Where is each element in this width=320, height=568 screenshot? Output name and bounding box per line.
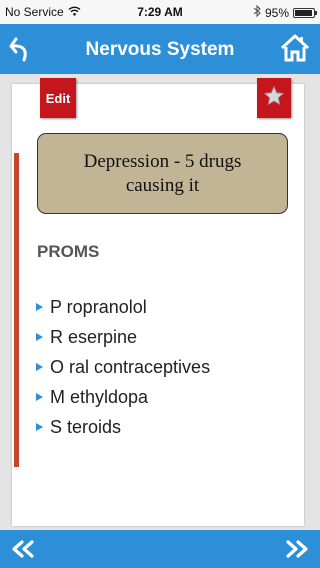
nav-bar: Nervous System [0, 24, 320, 74]
bullet-arrow-icon [36, 303, 43, 311]
battery-fill [295, 9, 313, 16]
flashcard: Edit Depression - 5 drugs causing it PRO… [12, 78, 304, 526]
list-item: O ral contraceptives [36, 352, 210, 382]
battery-icon [293, 7, 317, 18]
page-title: Nervous System [85, 39, 235, 60]
list-item: M ethyldopa [36, 382, 210, 412]
bullet-arrow-icon [36, 423, 43, 431]
double-chevron-right-icon[interactable] [284, 539, 310, 559]
status-right: 95% [253, 4, 317, 20]
status-bar: No Service 7:29 AM 95% [0, 0, 320, 24]
battery-percent: 95% [264, 5, 289, 20]
star-icon [263, 85, 285, 112]
bottom-bar [0, 530, 320, 568]
list-item-text: R eserpine [50, 326, 138, 347]
answer-list: P ropranolol R eserpine O ral contracept… [36, 292, 210, 442]
edit-button[interactable]: Edit [40, 78, 76, 118]
question-text: Depression - 5 drugs causing it [83, 150, 242, 196]
list-item-text: M ethyldopa [50, 386, 149, 407]
list-item-text: O ral contraceptives [50, 356, 211, 377]
bluetooth-icon [253, 4, 261, 20]
home-icon[interactable] [280, 33, 310, 63]
list-item: P ropranolol [36, 292, 210, 322]
mnemonic-heading: PROMS [37, 242, 100, 261]
bullet-arrow-icon [36, 393, 43, 401]
list-item-text: P ropranolol [50, 296, 147, 317]
accent-bar [14, 153, 19, 467]
favorite-button[interactable] [257, 78, 291, 118]
list-item: S teroids [36, 412, 210, 442]
question-box: Depression - 5 drugs causing it [37, 133, 288, 214]
bullet-arrow-icon [36, 333, 43, 341]
bullet-arrow-icon [36, 363, 43, 371]
list-item: R eserpine [36, 322, 210, 352]
edit-label: Edit [45, 90, 71, 106]
list-item-text: S teroids [50, 416, 122, 437]
double-chevron-left-icon[interactable] [10, 539, 36, 559]
